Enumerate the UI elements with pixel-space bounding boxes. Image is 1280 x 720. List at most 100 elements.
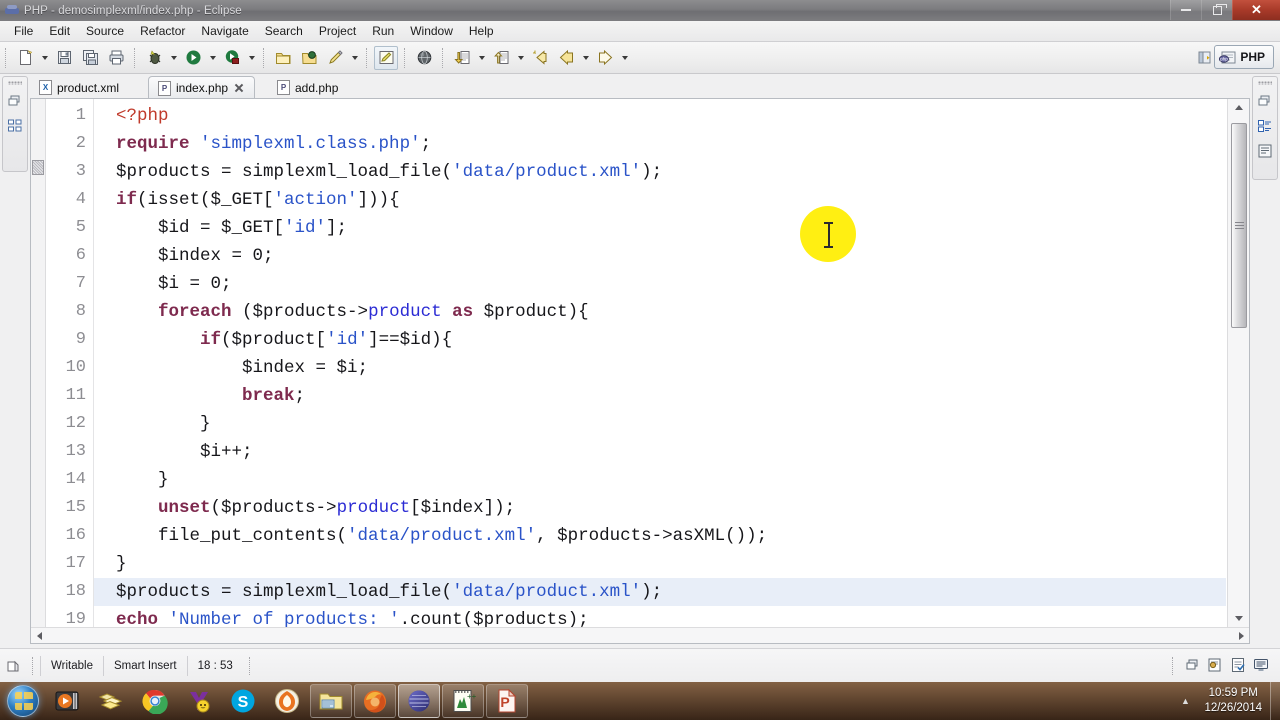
next-annotation-button[interactable]	[450, 46, 474, 70]
editor-tab-add-php[interactable]: P add.php	[268, 76, 347, 99]
skype-task[interactable]: S	[222, 684, 264, 718]
profile-dropdown-arrow[interactable]	[245, 46, 258, 70]
explorer-task[interactable]	[90, 684, 132, 718]
code-line[interactable]: if($product['id']==$id){	[94, 326, 1226, 354]
menu-window[interactable]: Window	[402, 22, 461, 40]
save-button[interactable]	[52, 46, 76, 70]
code-line[interactable]: }	[94, 466, 1226, 494]
editor-tab-product-xml[interactable]: X product.xml	[30, 76, 128, 99]
next-annotation-dropdown-arrow[interactable]	[475, 46, 488, 70]
explorer-window-task[interactable]	[310, 684, 352, 718]
back-button[interactable]	[554, 46, 578, 70]
code-line[interactable]: }	[94, 550, 1226, 578]
run-button[interactable]	[181, 46, 205, 70]
task-list-icon[interactable]	[1256, 142, 1274, 160]
minimize-button[interactable]	[1170, 0, 1201, 20]
editor-vertical-scrollbar[interactable]	[1227, 99, 1249, 627]
pencil-dropdown-arrow[interactable]	[348, 46, 361, 70]
code-line[interactable]: <?php	[94, 102, 1226, 130]
print-button[interactable]	[104, 46, 128, 70]
code-line[interactable]: $id = $_GET['id'];	[94, 214, 1226, 242]
chrome-task[interactable]	[134, 684, 176, 718]
vertical-scrollbar-thumb[interactable]	[1231, 123, 1247, 328]
menu-help[interactable]: Help	[461, 22, 502, 40]
code-line[interactable]: $i = 0;	[94, 270, 1226, 298]
forward-button[interactable]	[593, 46, 617, 70]
code-line[interactable]: require 'simplexml.class.php';	[94, 130, 1226, 158]
debug-button[interactable]	[142, 46, 166, 70]
globe-button[interactable]	[412, 46, 436, 70]
yahoo-messenger-task[interactable]	[178, 684, 220, 718]
menu-edit[interactable]: Edit	[41, 22, 78, 40]
run-dropdown-arrow[interactable]	[206, 46, 219, 70]
restore-view-icon[interactable]	[1256, 92, 1274, 110]
code-line[interactable]: $products = simplexml_load_file('data/pr…	[94, 578, 1226, 606]
menu-navigate[interactable]: Navigate	[193, 22, 256, 40]
new-wizard-dropdown-arrow[interactable]	[38, 46, 51, 70]
menu-project[interactable]: Project	[311, 22, 364, 40]
code-line[interactable]: foreach ($products->product as $product)…	[94, 298, 1226, 326]
menu-file[interactable]: File	[6, 22, 41, 40]
pencil-button[interactable]	[323, 46, 347, 70]
editor-horizontal-scrollbar[interactable]	[31, 627, 1249, 643]
menu-search[interactable]: Search	[257, 22, 311, 40]
code-line[interactable]: $index = $i;	[94, 354, 1226, 382]
scroll-up-icon[interactable]	[1228, 99, 1249, 116]
code-line[interactable]: $index = 0;	[94, 242, 1226, 270]
avast-task[interactable]	[266, 684, 308, 718]
window-title-bar[interactable]: PHP - demosimplexml/index.php - Eclipse …	[0, 0, 1280, 21]
scroll-left-icon[interactable]	[31, 628, 47, 643]
open-perspective-button[interactable]	[1194, 45, 1214, 69]
php-explorer-icon[interactable]	[6, 117, 24, 135]
outline-view-icon[interactable]	[1256, 117, 1274, 135]
menu-run[interactable]: Run	[364, 22, 402, 40]
forward-dropdown-arrow[interactable]	[618, 46, 631, 70]
view-bar-grip[interactable]	[1258, 81, 1272, 85]
code-line[interactable]: break;	[94, 382, 1226, 410]
taskbar-clock[interactable]: 10:59 PM 12/26/2014	[1196, 686, 1270, 716]
open-resource-button[interactable]	[297, 46, 321, 70]
close-tab-icon[interactable]	[233, 82, 245, 94]
menu-source[interactable]: Source	[78, 22, 132, 40]
close-button[interactable]: ✕	[1232, 0, 1280, 20]
open-folder-button[interactable]	[271, 46, 295, 70]
start-button[interactable]	[1, 683, 45, 719]
code-line[interactable]: echo 'Number of products: '.count($produ…	[94, 606, 1226, 627]
profile-button[interactable]	[220, 46, 244, 70]
code-line[interactable]: }	[94, 410, 1226, 438]
save-all-button[interactable]	[78, 46, 102, 70]
code-line[interactable]: $i++;	[94, 438, 1226, 466]
build-status-icon[interactable]	[1206, 656, 1226, 676]
perspective-php-button[interactable]: php PHP	[1214, 45, 1274, 69]
last-edit-location-button[interactable]	[528, 46, 552, 70]
console-icon[interactable]	[1252, 656, 1272, 676]
editor-tab-index-php[interactable]: P index.php	[148, 76, 256, 99]
code-text-area[interactable]: <?php require 'simplexml.class.php'; $prod…	[94, 99, 1226, 627]
scroll-right-icon[interactable]	[1233, 628, 1249, 643]
new-wizard-button[interactable]	[13, 46, 37, 70]
notepadpp-window-task[interactable]: ++	[442, 684, 484, 718]
previous-annotation-dropdown-arrow[interactable]	[514, 46, 527, 70]
back-dropdown-arrow[interactable]	[579, 46, 592, 70]
tasks-icon[interactable]	[1229, 656, 1249, 676]
view-bar-grip[interactable]	[8, 81, 22, 85]
media-player-task[interactable]	[46, 684, 88, 718]
code-line[interactable]: file_put_contents('data/product.xml', $p…	[94, 522, 1226, 550]
highlight-editor-button[interactable]	[374, 45, 398, 70]
show-desktop-button[interactable]	[1270, 682, 1280, 720]
menu-refactor[interactable]: Refactor	[132, 22, 193, 40]
restore-view-icon[interactable]	[6, 92, 24, 110]
restore-button[interactable]	[1201, 0, 1232, 20]
code-line[interactable]: if(isset($_GET['action'])){	[94, 186, 1226, 214]
annotation-ruler[interactable]	[31, 99, 46, 627]
code-line[interactable]: unset($products->product[$index]);	[94, 494, 1226, 522]
code-editor[interactable]: 1 2 3 4 5 6 7 8 9 10 11 12 13 14 15 16 17 18 19 <?php requi…	[30, 98, 1250, 644]
previous-annotation-button[interactable]	[489, 46, 513, 70]
restore-trim-icon[interactable]	[1183, 656, 1203, 676]
show-hidden-icons-icon[interactable]: ▲	[1174, 696, 1196, 706]
firefox-window-task[interactable]	[354, 684, 396, 718]
scroll-down-icon[interactable]	[1228, 610, 1249, 627]
code-line[interactable]: $products = simplexml_load_file('data/pr…	[94, 158, 1226, 186]
debug-dropdown-arrow[interactable]	[167, 46, 180, 70]
powerpoint-window-task[interactable]: P	[486, 684, 528, 718]
